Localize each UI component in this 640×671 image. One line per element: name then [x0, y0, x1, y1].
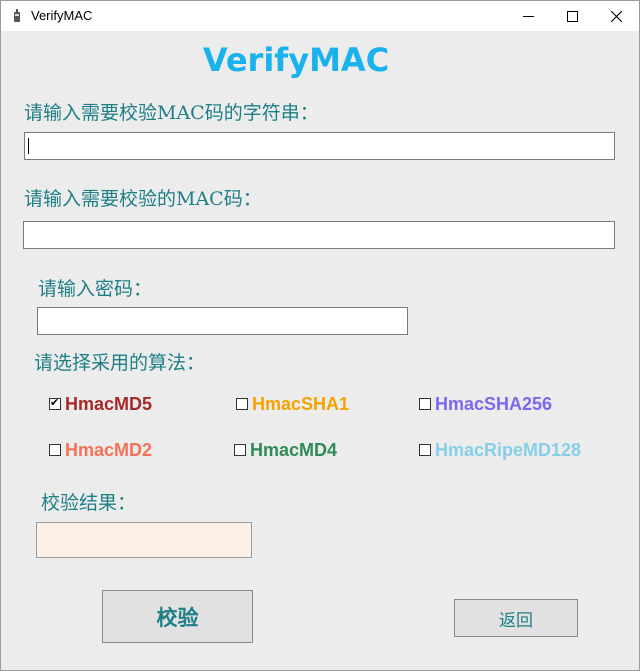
checkmark-icon: ✔	[50, 396, 60, 409]
close-icon	[610, 10, 622, 22]
string-input[interactable]	[24, 132, 615, 160]
back-button[interactable]: 返回	[454, 599, 578, 637]
algo-label-hmacmd4: HmacMD4	[250, 439, 338, 460]
checkbox-hmacripemd128[interactable]	[419, 444, 431, 456]
algo-option-hmacmd4[interactable]: HmacMD4	[234, 439, 337, 461]
algo-label-hmacsha1: HmacSHA1	[252, 393, 350, 414]
maximize-button[interactable]	[549, 1, 595, 31]
algo-option-hmacripemd128[interactable]: HmacRipeMD128	[419, 439, 581, 461]
checkbox-hmacsha1[interactable]	[236, 398, 248, 410]
algo-label-hmacmd5: HmacMD5	[65, 393, 153, 414]
algorithm-label: 请选择采用的算法：	[34, 352, 206, 374]
checkbox-hmacmd4[interactable]	[234, 444, 246, 456]
algo-label-hmacsha256: HmacSHA256	[435, 393, 553, 414]
algo-label-hmacmd2: HmacMD2	[65, 439, 153, 460]
checkbox-hmacsha256[interactable]	[419, 398, 431, 410]
text-caret	[28, 138, 29, 154]
algo-label-hmacripemd128: HmacRipeMD128	[435, 439, 582, 460]
algo-option-hmacmd5[interactable]: ✔ HmacMD5	[49, 393, 152, 415]
algo-option-hmacsha256[interactable]: HmacSHA256	[419, 393, 552, 415]
mac-label: 请输入需要校验的MAC码：	[24, 188, 262, 210]
minimize-icon	[522, 15, 534, 17]
result-label: 校验结果：	[41, 492, 137, 514]
password-label: 请输入密码：	[38, 278, 153, 300]
maximize-icon	[566, 10, 578, 22]
mac-input[interactable]	[23, 221, 615, 249]
app-title: VerifyMAC	[202, 41, 390, 79]
app-icon	[14, 9, 20, 22]
password-input[interactable]	[37, 307, 408, 335]
verify-button[interactable]: 校验	[102, 590, 253, 643]
checkbox-hmacmd2[interactable]	[49, 444, 61, 456]
string-label: 请输入需要校验MAC码的字符串：	[24, 102, 319, 124]
checkbox-hmacmd5[interactable]: ✔	[49, 396, 61, 410]
algo-option-hmacmd2[interactable]: HmacMD2	[49, 439, 152, 461]
window-title: VerifyMAC	[31, 8, 93, 23]
algo-option-hmacsha1[interactable]: HmacSHA1	[236, 393, 349, 415]
verifymac-window: VerifyMAC VerifyMAC 请输入需要校验MAC码的字符串： 请输入…	[0, 0, 640, 671]
minimize-button[interactable]	[505, 1, 551, 31]
close-button[interactable]	[593, 1, 639, 31]
title-bar: VerifyMAC	[1, 1, 639, 31]
result-output	[36, 522, 252, 558]
